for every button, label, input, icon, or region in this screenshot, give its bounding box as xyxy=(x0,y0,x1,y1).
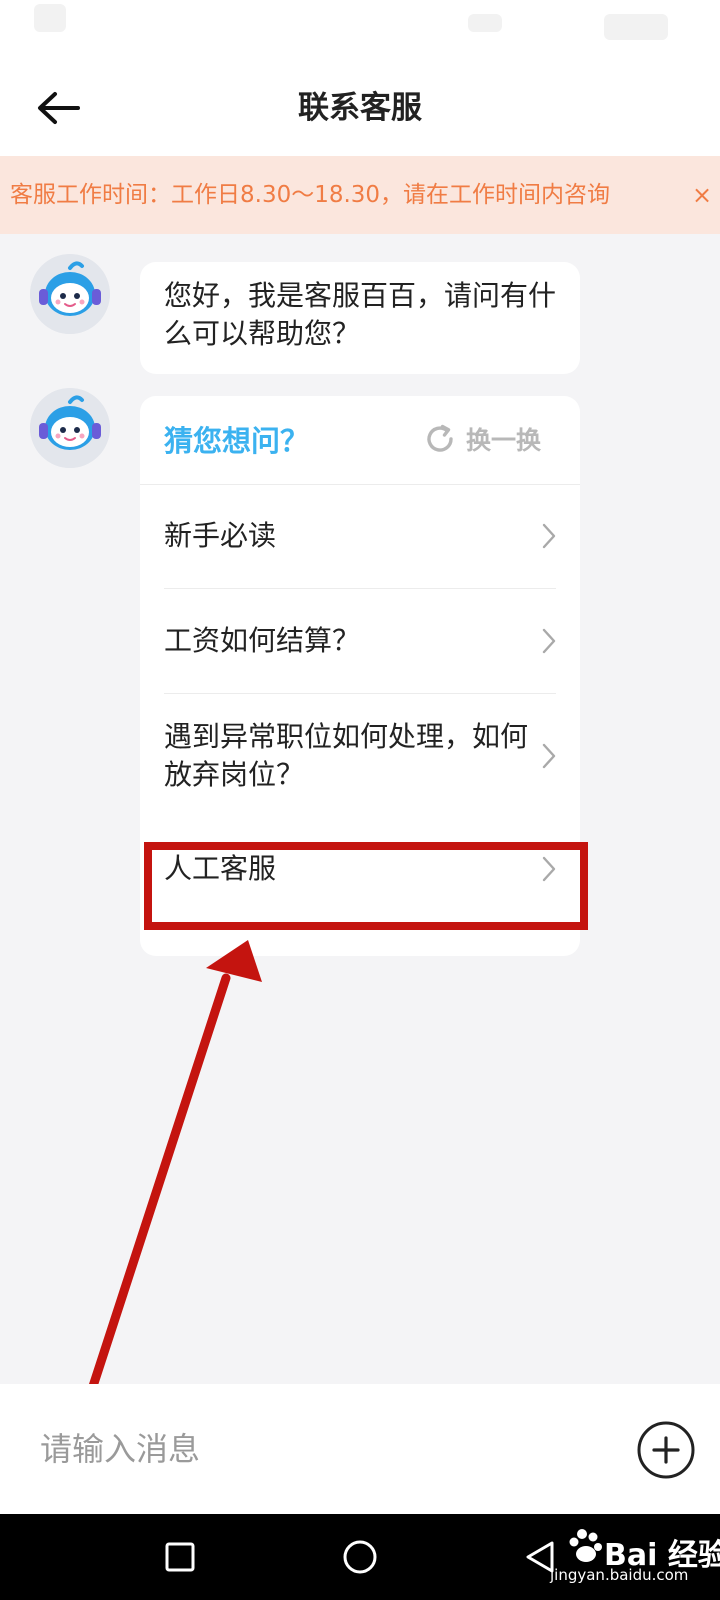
circle-icon xyxy=(343,1540,377,1574)
refresh-label: 换一换 xyxy=(466,426,542,455)
header-bar: 联系客服 xyxy=(0,60,720,156)
robot-avatar-icon xyxy=(30,254,110,334)
plus-circle-icon xyxy=(637,1421,695,1479)
recent-apps-button[interactable] xyxy=(150,1514,210,1600)
faq-item-label: 新手必读 xyxy=(164,519,277,552)
back-button[interactable] xyxy=(28,78,88,138)
page-title: 联系客服 xyxy=(298,90,422,126)
home-button[interactable] xyxy=(330,1514,390,1600)
close-icon[interactable]: × xyxy=(688,156,716,234)
back-nav-button[interactable] xyxy=(510,1514,570,1600)
faq-item-human-agent[interactable]: 人工客服 xyxy=(140,820,580,918)
faq-item-label: 遇到异常职位如何处理，如何放弃岗位？ xyxy=(164,720,529,791)
triangle-back-icon xyxy=(526,1541,554,1573)
status-bar xyxy=(0,0,720,60)
chevron-right-icon xyxy=(542,743,556,769)
status-icon-blur xyxy=(34,4,66,32)
watermark-url: jingyan.baidu.com xyxy=(550,1566,689,1584)
refresh-button[interactable]: 换一换 xyxy=(424,416,541,462)
watermark-brand: Bai 经验 xyxy=(604,1538,720,1573)
faq-item-salary-settlement[interactable]: 工资如何结算？ xyxy=(140,589,580,693)
status-icon-blur xyxy=(604,14,668,40)
notice-text: 客服工作时间：工作日8.30～18.30，请在工作时间内咨询 xyxy=(10,182,611,208)
faq-title: 猜您想问？ xyxy=(164,424,310,458)
status-icon-blur xyxy=(468,14,502,32)
bot-avatar xyxy=(30,254,110,334)
faq-item-newbie-guide[interactable]: 新手必读 xyxy=(140,484,580,588)
chevron-right-icon xyxy=(542,628,556,654)
input-bar xyxy=(0,1384,720,1514)
faq-item-label: 人工客服 xyxy=(164,852,277,885)
add-attachment-button[interactable] xyxy=(636,1420,696,1480)
arrow-left-icon xyxy=(38,92,80,124)
square-icon xyxy=(165,1542,195,1572)
refresh-icon xyxy=(427,424,453,452)
faq-item-abnormal-position[interactable]: 遇到异常职位如何处理，如何放弃岗位？ xyxy=(140,694,580,818)
greeting-bubble: 您好，我是客服百百，请问有什么可以帮助您？ xyxy=(140,262,580,374)
message-input[interactable] xyxy=(40,1414,600,1484)
working-hours-notice: 客服工作时间：工作日8.30～18.30，请在工作时间内咨询 × xyxy=(0,156,720,234)
faq-item-label: 工资如何结算？ xyxy=(164,624,361,657)
chevron-right-icon xyxy=(542,856,556,882)
robot-avatar-icon xyxy=(30,388,110,468)
faq-card: 猜您想问？ 换一换 新手必读 工资如何结算？ 遇到异常职位如何处理，如何放弃岗位… xyxy=(140,396,580,956)
chevron-right-icon xyxy=(542,523,556,549)
bot-avatar xyxy=(30,388,110,468)
system-nav-bar: Bai 经验 jingyan.baidu.com xyxy=(0,1514,720,1600)
